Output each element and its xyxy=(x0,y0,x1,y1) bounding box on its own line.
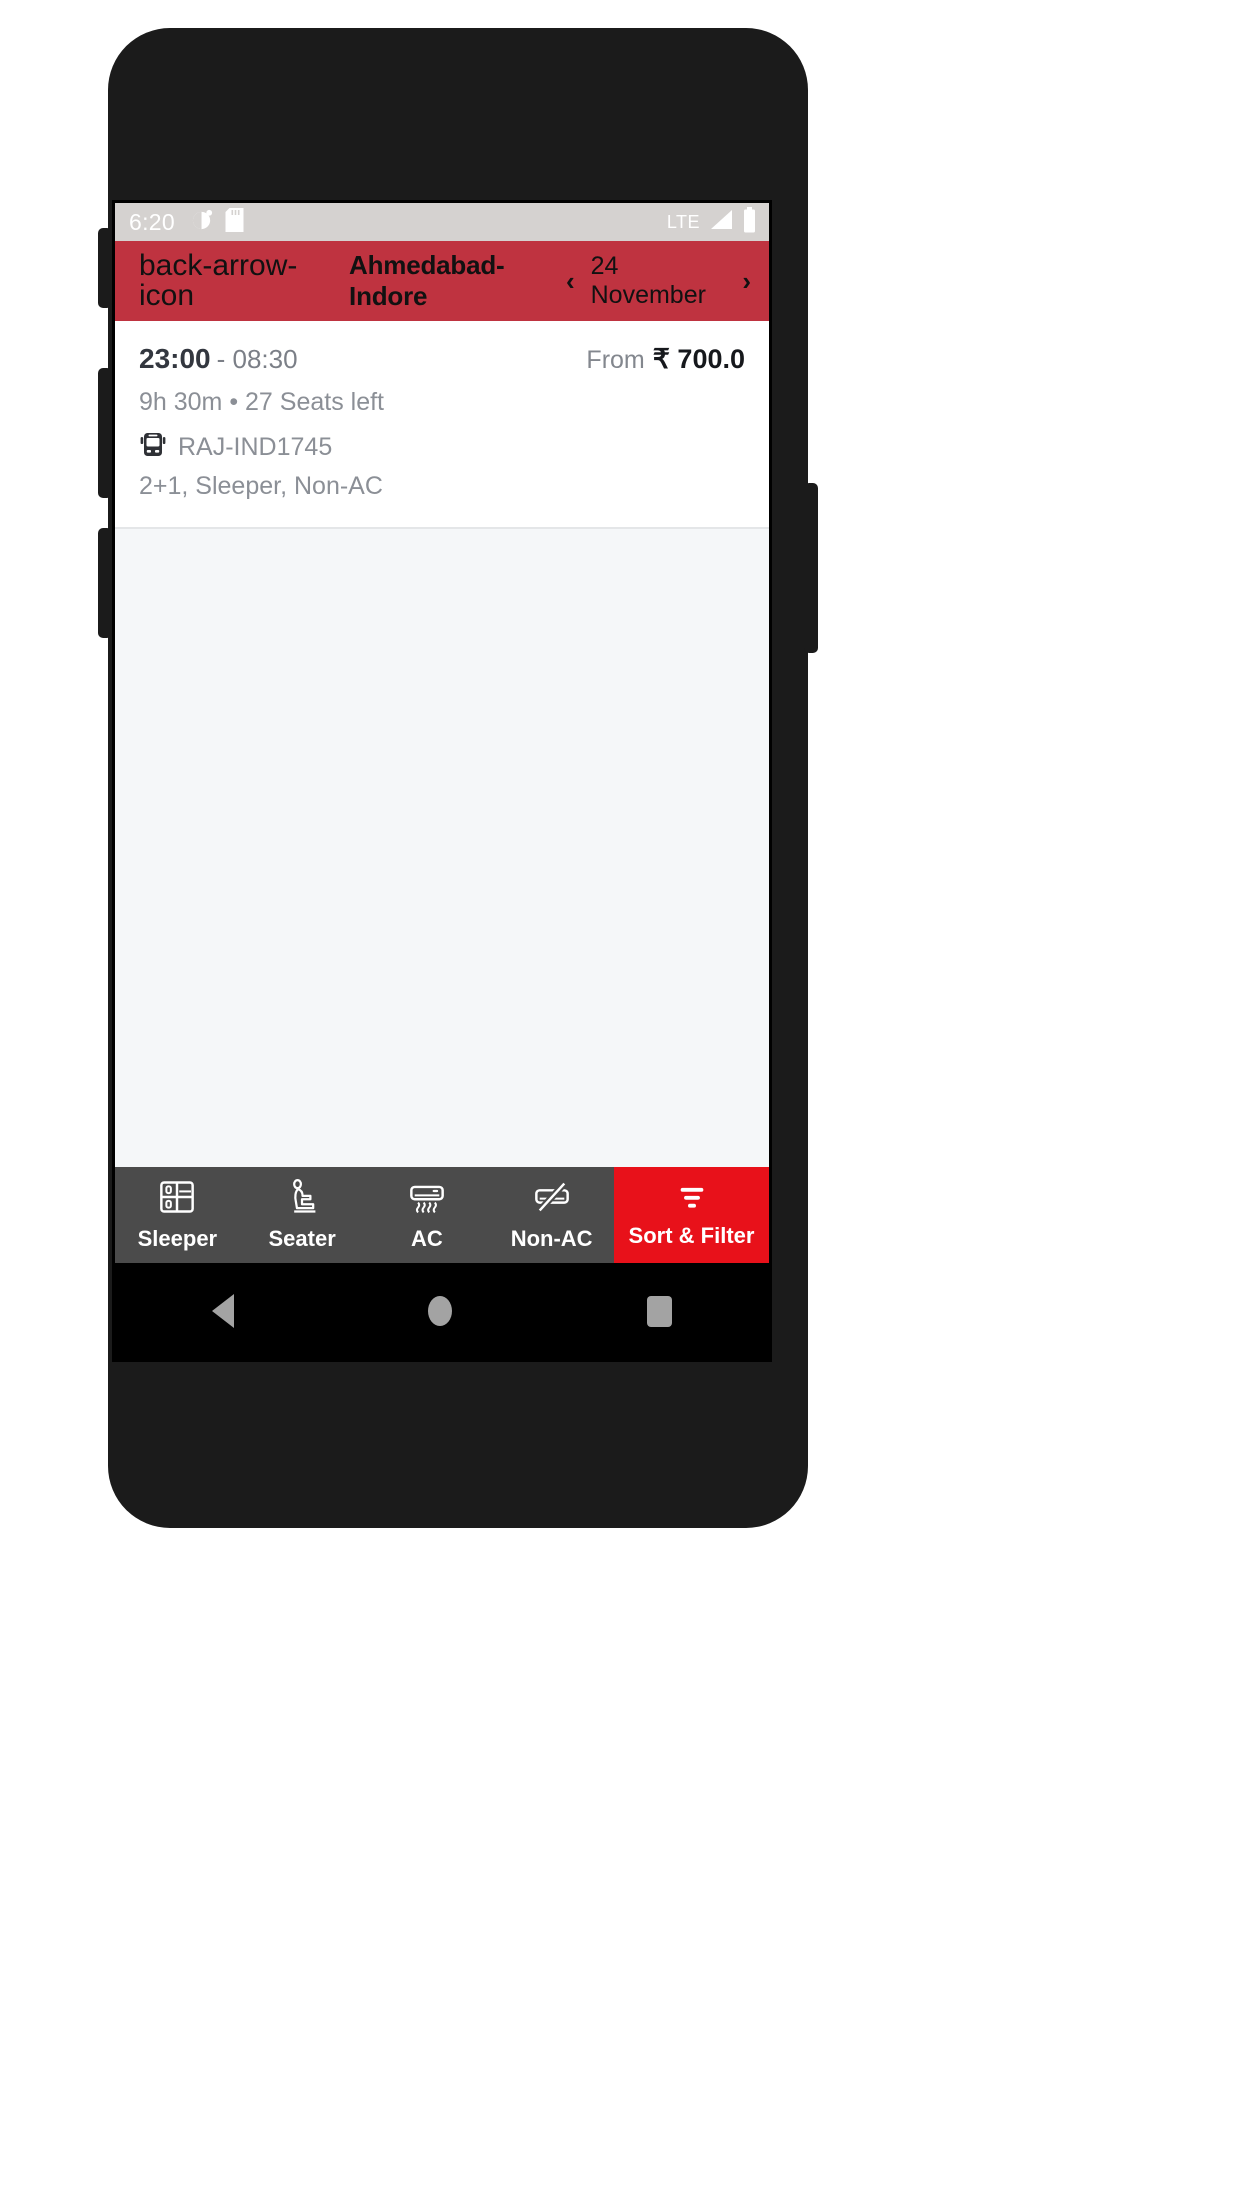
fare-amount: ₹ 700.0 xyxy=(652,344,745,374)
filter-item-non-ac[interactable]: Non-AC xyxy=(489,1167,614,1263)
next-date-button[interactable]: › xyxy=(742,268,751,294)
nav-recents-button[interactable] xyxy=(646,1295,672,1327)
nav-recents-icon xyxy=(646,1295,672,1327)
nav-home-icon xyxy=(428,1296,453,1326)
app-bar: back-arrow-icon Ahmedabad-Indore ‹ 24 No… xyxy=(115,241,769,321)
arrival-time: - 08:30 xyxy=(216,344,298,374)
bus-icon xyxy=(139,431,167,464)
air-conditioner-icon xyxy=(408,1178,446,1221)
fare-prefix-label: From xyxy=(586,346,645,374)
bus-name: RAJ-IND1745 xyxy=(178,433,333,461)
bus-results-list: 23:00 - 08:30 From ₹ 700.0 9h 30m • 27 S… xyxy=(115,321,769,529)
status-bar: 6:20 LTE xyxy=(115,203,769,241)
assistant-button[interactable] xyxy=(98,528,112,638)
filter-item-seater[interactable]: Seater xyxy=(240,1167,365,1263)
filter-label: Seater xyxy=(268,1226,336,1251)
phone-screen: 6:20 LTE back-arrow-icon Ahmedabad-Indor… xyxy=(112,200,772,1362)
seat-icon xyxy=(283,1178,321,1221)
filter-label: Sort & Filter xyxy=(628,1223,755,1248)
status-time: 6:20 xyxy=(129,208,175,235)
filter-bar: Sleeper Seater AC Non-AC Sort & Filter xyxy=(115,1167,769,1263)
nav-back-button[interactable] xyxy=(212,1294,235,1328)
do-not-disturb-icon xyxy=(191,208,214,236)
back-arrow-icon[interactable]: back-arrow-icon xyxy=(139,251,337,311)
bus-attributes: 2+1, Sleeper, Non-AC xyxy=(139,472,383,500)
sleeper-berth-icon xyxy=(158,1178,196,1221)
duration-and-seats: 9h 30m • 27 Seats left xyxy=(139,388,385,416)
volume-up-button[interactable] xyxy=(98,228,112,308)
filter-label: Sleeper xyxy=(137,1226,218,1251)
power-button[interactable] xyxy=(804,483,818,653)
previous-date-button[interactable]: ‹ xyxy=(566,268,575,294)
filter-funnel-icon xyxy=(675,1181,709,1218)
filter-label: AC xyxy=(410,1226,443,1251)
phone-frame: 6:20 LTE back-arrow-icon Ahmedabad-Indor… xyxy=(98,28,818,1528)
filter-label: Non-AC xyxy=(510,1226,593,1251)
filter-item-sleeper[interactable]: Sleeper xyxy=(115,1167,240,1263)
nav-back-icon xyxy=(212,1294,235,1328)
network-type-label: LTE xyxy=(666,211,700,232)
android-navigation-bar xyxy=(115,1263,769,1359)
signal-icon xyxy=(708,208,734,237)
battery-icon xyxy=(742,206,757,238)
page-title: Ahmedabad-Indore xyxy=(349,250,505,311)
air-conditioner-off-icon xyxy=(533,1178,571,1221)
nav-home-button[interactable] xyxy=(428,1296,453,1326)
filter-item-ac[interactable]: AC xyxy=(365,1167,490,1263)
screen-content: 6:20 LTE back-arrow-icon Ahmedabad-Indor… xyxy=(115,203,769,1359)
sort-and-filter-button[interactable]: Sort & Filter xyxy=(614,1167,769,1263)
departure-time: 23:00 xyxy=(139,343,211,374)
bus-result-card[interactable]: 23:00 - 08:30 From ₹ 700.0 9h 30m • 27 S… xyxy=(115,321,769,529)
volume-down-button[interactable] xyxy=(98,368,112,498)
date-navigator: ‹ 24 November › xyxy=(566,252,751,310)
sd-card-icon xyxy=(225,207,244,237)
selected-date-label[interactable]: 24 November xyxy=(591,252,727,310)
